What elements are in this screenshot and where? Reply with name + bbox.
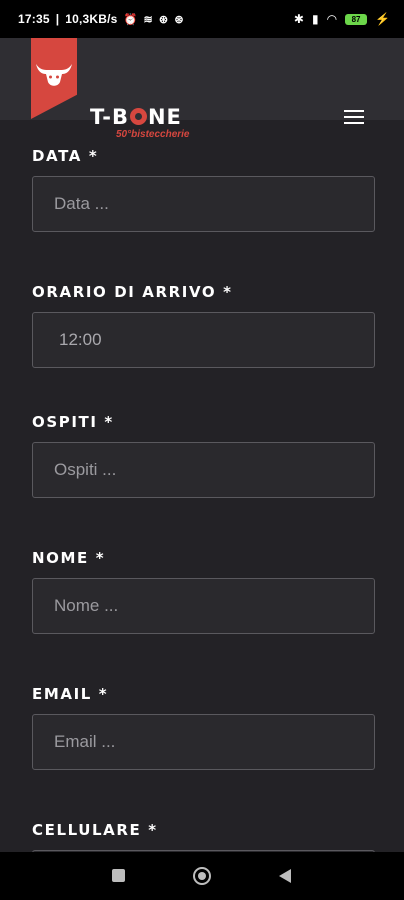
required-mark: * xyxy=(88,147,99,165)
brand-name[interactable]: T-B NE xyxy=(90,106,182,128)
label-cellulare: CELLULARE * xyxy=(32,821,158,839)
label-nome-text: NOME xyxy=(32,549,89,567)
orario-input[interactable]: 12:00 xyxy=(32,312,375,368)
nome-input[interactable]: Nome ... xyxy=(32,578,375,634)
status-right: ✱ ▮ ◠ 87 ⚡ xyxy=(294,12,390,26)
notification-icon: ≋ xyxy=(143,13,153,26)
brand-o-icon xyxy=(129,108,147,125)
label-email: EMAIL * xyxy=(32,685,108,703)
required-mark: * xyxy=(104,413,114,431)
back-icon[interactable] xyxy=(279,869,291,883)
required-mark: * xyxy=(95,549,106,567)
data-input[interactable]: Data ... xyxy=(32,176,375,232)
hamburger-menu-icon[interactable] xyxy=(340,104,368,130)
status-bar: 17:35 | 10,3KB/s ⏰ ≋ ⊛ ⊛ ✱ ▮ ◠ 87 ⚡ xyxy=(0,0,404,38)
required-mark: * xyxy=(98,685,109,703)
label-nome: NOME * xyxy=(32,549,105,567)
status-divider: | xyxy=(55,12,60,26)
required-mark: * xyxy=(148,821,158,839)
required-mark: * xyxy=(223,283,233,301)
bull-logo-icon xyxy=(36,64,72,86)
ospiti-placeholder: Ospiti ... xyxy=(54,460,117,479)
label-email-text: EMAIL xyxy=(32,685,92,703)
menu-line-1 xyxy=(344,110,364,112)
android-nav-bar xyxy=(0,852,404,900)
status-left: 17:35 | 10,3KB/s ⏰ ≋ ⊛ ⊛ xyxy=(18,12,184,26)
nome-placeholder: Nome ... xyxy=(54,596,119,615)
status-time: 17:35 xyxy=(18,12,50,26)
menu-line-3 xyxy=(344,122,364,124)
wifi-icon: ◠ xyxy=(326,12,338,26)
label-data: DATA * xyxy=(32,147,98,165)
status-network-speed: 10,3KB/s xyxy=(65,12,118,26)
battery-icon: 87 xyxy=(345,13,368,25)
menu-line-2 xyxy=(344,116,364,118)
label-ospiti-text: OSPITI xyxy=(32,413,98,431)
label-orario-text: ORARIO DI ARRIVO xyxy=(32,283,217,301)
orario-value: 12:00 xyxy=(59,330,102,349)
data-placeholder: Data ... xyxy=(54,194,109,213)
brand-subtitle: 50°bisteccherie xyxy=(116,129,190,140)
site-header: T-B NE 50°bisteccherie xyxy=(0,38,404,140)
recent-apps-icon[interactable] xyxy=(112,869,125,882)
notification-icon-2: ⊛ xyxy=(158,13,169,26)
home-icon[interactable] xyxy=(193,867,211,885)
signal-icon: ▮ xyxy=(311,12,319,26)
label-data-text: DATA xyxy=(32,147,82,165)
label-cellulare-text: CELLULARE xyxy=(32,821,142,839)
ospiti-input[interactable]: Ospiti ... xyxy=(32,442,375,498)
email-input[interactable]: Email ... xyxy=(32,714,375,770)
label-ospiti: OSPITI * xyxy=(32,413,114,431)
alarm-icon: ⏰ xyxy=(123,13,138,26)
email-placeholder: Email ... xyxy=(54,732,116,751)
charging-icon: ⚡ xyxy=(375,12,390,26)
notification-icon-3: ⊛ xyxy=(174,13,184,26)
label-orario: ORARIO DI ARRIVO * xyxy=(32,283,233,301)
bluetooth-icon: ✱ xyxy=(293,12,304,26)
